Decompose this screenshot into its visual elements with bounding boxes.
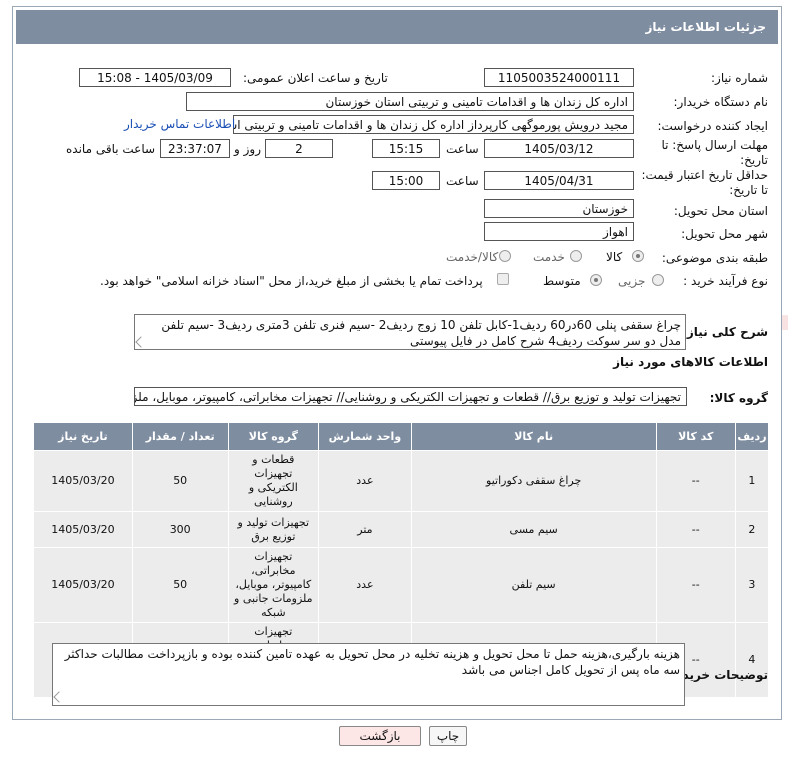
category-option-service: خدمت	[533, 250, 565, 264]
goods-group-label: گروه کالا:	[709, 391, 768, 405]
need-number-label: شماره نیاز:	[711, 71, 768, 85]
requester-field: مجید درویش پورموگهی کارپرداز اداره کل زن…	[233, 115, 634, 134]
cell-group: قطعات و تجهیزات الکتریکی و روشنایی	[227, 450, 320, 512]
days-remaining-field: 2	[265, 139, 333, 158]
deadline-time-field: 15:15	[372, 139, 440, 158]
table-row[interactable]: 1 -- چراغ سقفی دکوراتیو عدد قطعات و تجهی…	[33, 450, 770, 512]
remaining-time-label: ساعت باقی مانده	[66, 142, 156, 156]
table-row[interactable]: 3 -- سیم تلفن عدد تجهیزات مخابراتی، کامپ…	[33, 547, 770, 623]
col-quantity: تعداد / مقدار	[131, 422, 229, 451]
category-label: طبقه بندی موضوعی:	[661, 251, 768, 265]
cell-name: سیم تلفن	[410, 547, 657, 623]
category-radio-service[interactable]	[570, 250, 582, 262]
cell-quantity: 300	[131, 511, 229, 548]
price-validity-label: حداقل تاریخ اعتبار قیمت:	[641, 168, 768, 182]
cell-date: 1405/03/20	[33, 547, 133, 623]
treasury-payment-checkbox[interactable]	[497, 273, 509, 285]
description-label: شرح کلی نیاز:	[682, 325, 768, 339]
price-validity-date-field: 1405/04/31	[484, 171, 634, 190]
cell-group: تجهیزات تولید و توزیع برق	[227, 511, 320, 548]
cell-quantity: 50	[131, 450, 229, 512]
cell-date: 1405/03/20	[33, 511, 133, 548]
process-radio-minor[interactable]	[652, 274, 664, 286]
goods-group-field: تجهیزات تولید و توزیع برق// قطعات و تجهی…	[134, 387, 687, 406]
cell-row: 4	[734, 622, 770, 698]
category-radio-goods[interactable]	[632, 250, 644, 262]
col-group: گروه کالا	[227, 422, 320, 451]
treasury-payment-note: پرداخت تمام یا بخشی از مبلغ خرید،از محل …	[100, 274, 483, 288]
announce-field: 1405/03/09 - 15:08	[79, 68, 231, 87]
price-validity-label-2: تا تاریخ:	[729, 183, 768, 197]
description-textarea[interactable]: چراغ سقفی پنلی 60در60 ردیف1-کابل تلفن 10…	[134, 314, 686, 350]
col-unit: واحد شمارش	[318, 422, 412, 451]
category-radio-both[interactable]	[499, 250, 511, 262]
deadline-time-label: ساعت	[446, 142, 479, 156]
cell-code: --	[655, 511, 736, 548]
col-code: کد کالا	[655, 422, 736, 451]
remaining-time-field: 23:37:07	[160, 139, 230, 158]
price-validity-time-field: 15:00	[372, 171, 440, 190]
table-header-row: ردیف کد کالا نام کالا واحد شمارش گروه کا…	[33, 422, 770, 451]
price-time-label: ساعت	[446, 174, 479, 188]
process-option-medium: متوسط	[543, 274, 581, 288]
page-title: جزئیات اطلاعات نیاز	[16, 10, 778, 44]
buyer-notes-textarea[interactable]: هزینه بارگیری،هزینه حمل تا محل تحویل و ه…	[52, 643, 685, 706]
cell-date: 1405/03/20	[33, 450, 133, 512]
buyer-contact-link[interactable]: اطلاعات تماس خریدار	[124, 117, 235, 131]
buyer-org-label: نام دستگاه خریدار:	[673, 95, 769, 109]
process-label: نوع فرآیند خرید :	[683, 274, 768, 288]
process-option-minor: جزیی	[618, 274, 646, 288]
cell-unit: عدد	[318, 547, 412, 623]
category-option-goods: کالا	[606, 250, 623, 264]
cell-code: --	[655, 450, 736, 512]
requester-label: ایجاد کننده درخواست:	[657, 119, 768, 133]
print-button[interactable]: چاپ	[429, 726, 467, 746]
col-row: ردیف	[734, 422, 770, 451]
cell-name: سیم مسی	[410, 511, 657, 548]
announce-label: تاریخ و ساعت اعلان عمومی:	[243, 71, 388, 85]
table-row[interactable]: 2 -- سیم مسی متر تجهیزات تولید و توزیع ب…	[33, 511, 770, 548]
deadline-date-field: 1405/03/12	[484, 139, 634, 158]
process-radio-medium[interactable]	[590, 274, 602, 286]
cell-name: چراغ سقفی دکوراتیو	[410, 450, 657, 512]
cell-row: 1	[734, 450, 770, 512]
buyer-org-field: اداره کل زندان ها و اقدامات تامینی و ترب…	[186, 92, 634, 111]
cell-row: 2	[734, 511, 770, 548]
province-label: استان محل تحویل:	[673, 204, 768, 218]
goods-section-title: اطلاعات کالاهای مورد نیاز	[613, 355, 768, 369]
province-field: خوزستان	[484, 199, 634, 218]
cell-unit: متر	[318, 511, 412, 548]
category-option-both: کالا/خدمت	[446, 250, 499, 264]
cell-group: تجهیزات مخابراتی، کامپیوتر، موبایل، ملزو…	[227, 547, 320, 623]
cell-row: 3	[734, 547, 770, 623]
col-date: تاریخ نیاز	[33, 422, 133, 451]
cell-code: --	[655, 547, 736, 623]
days-label: روز و	[234, 142, 261, 156]
cell-quantity: 50	[131, 547, 229, 623]
city-field: اهواز	[484, 222, 634, 241]
col-name: نام کالا	[410, 422, 657, 451]
deadline-label: مهلت ارسال پاسخ: تا تاریخ:	[661, 138, 768, 167]
back-button[interactable]: بازگشت	[339, 726, 421, 746]
city-label: شهر محل تحویل:	[681, 227, 768, 241]
cell-unit: عدد	[318, 450, 412, 512]
need-number-field: 1105003524000111	[484, 68, 634, 87]
